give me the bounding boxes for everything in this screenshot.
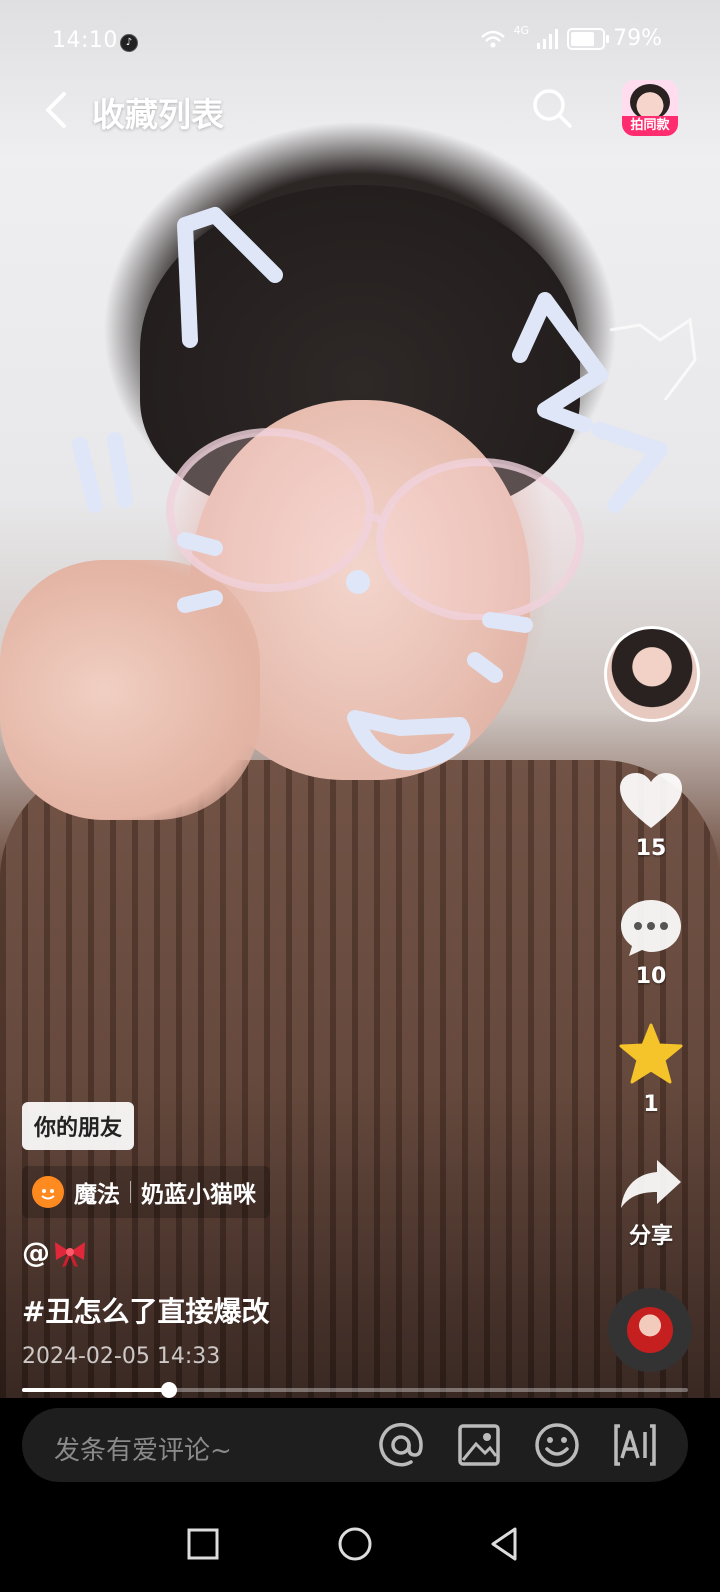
image-icon[interactable] [454, 1420, 504, 1470]
progress-knob[interactable] [160, 1382, 177, 1398]
video-progress[interactable] [22, 1382, 688, 1398]
mention-line[interactable]: @ [22, 1236, 88, 1269]
search-icon[interactable] [530, 86, 574, 130]
comment-button[interactable]: 10 [604, 898, 698, 989]
magic-name: 奶蓝小猫咪 [141, 1182, 256, 1208]
share-button[interactable]: 分享 [604, 1156, 698, 1250]
share-label: 分享 [628, 1224, 673, 1249]
post-date: 2024-02-05 14:33 [22, 1344, 221, 1369]
notification-icon: ♪ [120, 34, 138, 52]
network-type: 4G [513, 24, 530, 37]
wifi-icon [480, 30, 505, 47]
battery-percent: 79% [613, 26, 662, 51]
same-style-thumbnail [630, 84, 670, 120]
battery-icon [567, 27, 610, 50]
magic-separator [130, 1181, 131, 1203]
ai-text-icon[interactable] [610, 1420, 660, 1470]
comment-icon [621, 900, 681, 956]
music-cover [627, 1307, 673, 1353]
system-nav-bar [0, 1494, 720, 1592]
friend-badge: 你的朋友 [22, 1102, 135, 1150]
like-button[interactable]: 15 [604, 772, 698, 861]
like-count: 15 [635, 836, 667, 861]
status-time: 14:10 [52, 28, 118, 53]
mention-at: @ [22, 1236, 50, 1269]
nav-circle-icon[interactable] [327, 1516, 383, 1572]
comment-placeholder: 发条有爱评论~ [54, 1436, 232, 1466]
emoji-icon[interactable] [532, 1420, 582, 1470]
star-icon [619, 1023, 683, 1084]
battery-fill [571, 31, 594, 46]
favorite-count: 1 [643, 1092, 659, 1117]
header: 收藏列表 拍同款 [0, 78, 720, 142]
magic-icon [32, 1176, 64, 1208]
comment-bar: 发条有爱评论~ [0, 1398, 720, 1494]
status-right: 4G 79% [480, 24, 662, 51]
at-icon[interactable] [376, 1420, 426, 1470]
same-style-label: 拍同款 [622, 116, 678, 136]
same-style-button[interactable]: 拍同款 [622, 80, 678, 136]
action-rail [604, 626, 700, 722]
heart-icon [620, 773, 682, 828]
progress-fill [22, 1388, 169, 1392]
back-icon[interactable] [38, 90, 78, 130]
comment-count: 10 [635, 964, 667, 989]
signal-icon [537, 28, 559, 49]
bow-emoji-icon [55, 1241, 85, 1267]
author-avatar[interactable] [604, 626, 700, 722]
post-caption[interactable]: #丑怎么了直接爆改 [22, 1290, 269, 1330]
nav-square-icon[interactable] [175, 1516, 231, 1572]
share-icon [621, 1160, 681, 1208]
favorite-button[interactable]: 1 [604, 1022, 698, 1117]
nav-back-icon[interactable] [477, 1516, 533, 1572]
music-disc[interactable] [608, 1288, 692, 1372]
magic-effect-chip[interactable]: 魔法 奶蓝小猫咪 [22, 1166, 270, 1218]
page-title: 收藏列表 [92, 95, 224, 134]
status-bar: 14:10 ♪ 4G 79% [0, 22, 720, 62]
comment-input[interactable]: 发条有爱评论~ [22, 1408, 688, 1482]
magic-label: 魔法 [74, 1182, 120, 1208]
magic-face-icon [41, 1189, 55, 1200]
